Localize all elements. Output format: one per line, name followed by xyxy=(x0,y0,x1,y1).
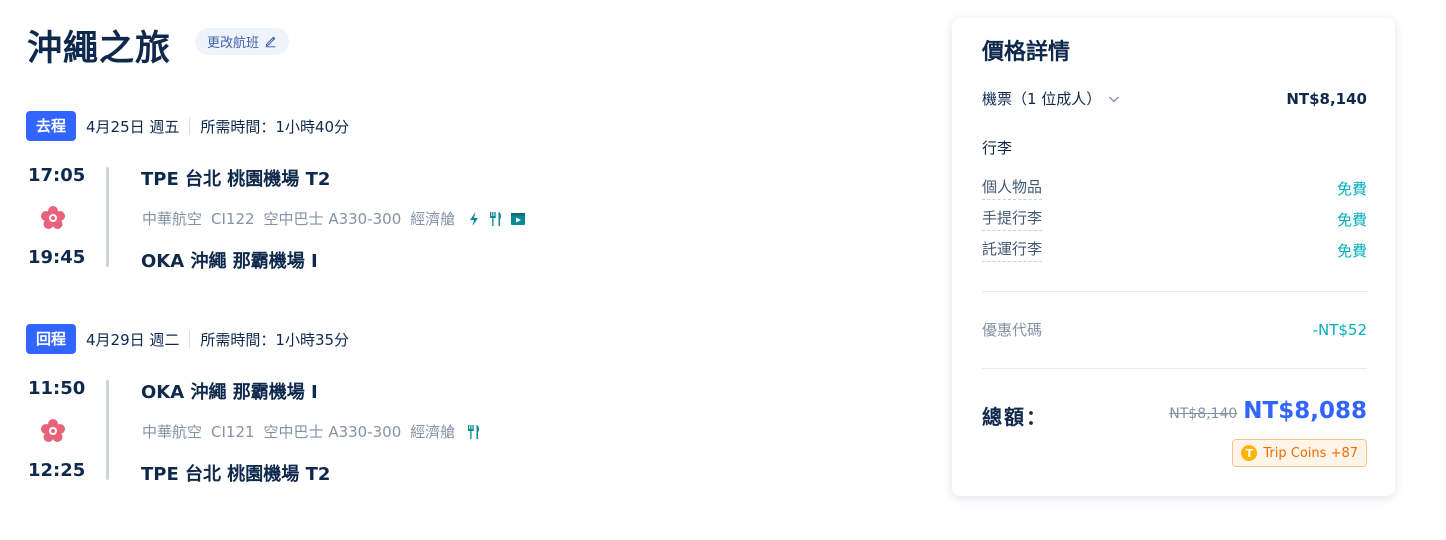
meal-icon[interactable] xyxy=(488,211,504,227)
cabin-class: 經濟艙 xyxy=(410,210,456,228)
price-details-card: 價格詳情 機票（1 位成人） NT$8,140 行李 個人物品 免費 手提行李 … xyxy=(952,18,1395,496)
divider xyxy=(982,368,1367,369)
coin-icon: T xyxy=(1241,445,1258,461)
outbound-leg: 去程 4月25日 週五 所需時間：1小時40分 17:05 19:45 TPE … xyxy=(26,111,586,289)
trip-coins-label: Trip Coins +87 xyxy=(1263,445,1358,461)
ticket-label: 機票（1 位成人） xyxy=(982,90,1102,108)
baggage-value: 免費 xyxy=(1336,241,1367,260)
meal-icon[interactable] xyxy=(466,424,482,440)
leg-duration: 所需時間：1小時40分 xyxy=(200,117,350,136)
divider xyxy=(189,117,191,135)
flight-number: CI121 xyxy=(211,422,255,441)
airline-name: 中華航空 xyxy=(142,423,203,441)
chevron-down-icon xyxy=(1109,96,1120,102)
entertainment-icon[interactable] xyxy=(510,211,526,227)
baggage-title: 行李 xyxy=(982,139,1013,157)
divider xyxy=(189,330,191,348)
change-flight-label: 更改航班 xyxy=(207,36,260,51)
leg-header: 去程 4月25日 週五 所需時間：1小時40分 xyxy=(26,111,586,141)
arrival-airport: OKA 沖繩 那霸機場 I xyxy=(141,251,318,272)
leg-date: 4月29日 週二 xyxy=(86,330,180,349)
ticket-price: NT$8,140 xyxy=(1286,89,1367,108)
ticket-row: 機票（1 位成人） NT$8,140 xyxy=(982,88,1367,109)
timeline-line xyxy=(106,380,109,480)
arrival-airport: TPE 台北 桃園機場 T2 xyxy=(141,464,331,485)
baggage-name[interactable]: 手提行李 xyxy=(982,207,1043,231)
trip-coins-badge[interactable]: T Trip Coins +87 xyxy=(1232,439,1367,467)
cabin-class: 經濟艙 xyxy=(410,423,456,441)
aircraft-type: 空中巴士 A330-300 xyxy=(263,210,402,228)
arrival-time: 19:45 xyxy=(28,247,86,268)
flight-number: CI122 xyxy=(211,209,255,228)
ticket-toggle[interactable]: 機票（1 位成人） xyxy=(982,88,1121,109)
leg-duration: 所需時間：1小時35分 xyxy=(200,330,350,349)
airline-name: 中華航空 xyxy=(142,210,203,228)
departure-time: 17:05 xyxy=(28,165,86,186)
departure-airport: TPE 台北 桃園機場 T2 xyxy=(141,169,331,190)
baggage-row: 託運行李 免費 xyxy=(982,238,1367,262)
trip-title: 沖繩之旅 xyxy=(27,29,172,69)
timeline-line xyxy=(106,167,109,267)
aircraft-type: 空中巴士 A330-300 xyxy=(263,423,402,441)
leg-tag: 去程 xyxy=(26,111,77,141)
edit-icon xyxy=(265,36,276,48)
airline-logo xyxy=(41,419,65,442)
baggage-name[interactable]: 託運行李 xyxy=(982,238,1043,262)
flight-info: 中華航空 CI122 空中巴士 A330-300 經濟艙 xyxy=(142,208,535,229)
leg-tag: 回程 xyxy=(26,324,77,354)
amenities xyxy=(466,424,482,440)
arrival-time: 12:25 xyxy=(28,460,86,481)
flight-segment: 11:50 12:25 OKA 沖繩 那霸機場 I 中華航空 CI121 空中巴… xyxy=(26,372,586,502)
promo-row: 優惠代碼 -NT$52 xyxy=(982,319,1367,340)
power-icon[interactable] xyxy=(466,211,482,227)
leg-date: 4月25日 週五 xyxy=(86,117,180,136)
baggage-row: 個人物品 免費 xyxy=(982,176,1367,200)
baggage-name[interactable]: 個人物品 xyxy=(982,176,1043,200)
total-price: NT$8,140 NT$8,088 xyxy=(1169,398,1367,424)
final-price: NT$8,088 xyxy=(1243,398,1367,424)
leg-header: 回程 4月29日 週二 所需時間：1小時35分 xyxy=(26,324,586,354)
flight-segment: 17:05 19:45 TPE 台北 桃園機場 T2 中華航空 CI122 空中… xyxy=(26,159,586,289)
departure-time: 11:50 xyxy=(28,378,86,399)
total-label: 總額： xyxy=(982,405,1048,429)
original-price: NT$8,140 xyxy=(1169,406,1238,422)
return-leg: 回程 4月29日 週二 所需時間：1小時35分 11:50 12:25 OKA … xyxy=(26,324,586,502)
price-details-title: 價格詳情 xyxy=(982,40,1071,65)
promo-value: -NT$52 xyxy=(1312,320,1367,339)
baggage-row: 手提行李 免費 xyxy=(982,207,1367,231)
promo-label: 優惠代碼 xyxy=(982,321,1043,339)
baggage-value: 免費 xyxy=(1336,210,1367,229)
amenities xyxy=(466,211,526,227)
change-flight-button[interactable]: 更改航班 xyxy=(195,28,290,55)
departure-airport: OKA 沖繩 那霸機場 I xyxy=(141,382,318,403)
airline-logo xyxy=(41,206,65,229)
baggage-value: 免費 xyxy=(1336,179,1367,198)
divider xyxy=(982,291,1367,292)
flight-info: 中華航空 CI121 空中巴士 A330-300 經濟艙 xyxy=(142,421,491,442)
